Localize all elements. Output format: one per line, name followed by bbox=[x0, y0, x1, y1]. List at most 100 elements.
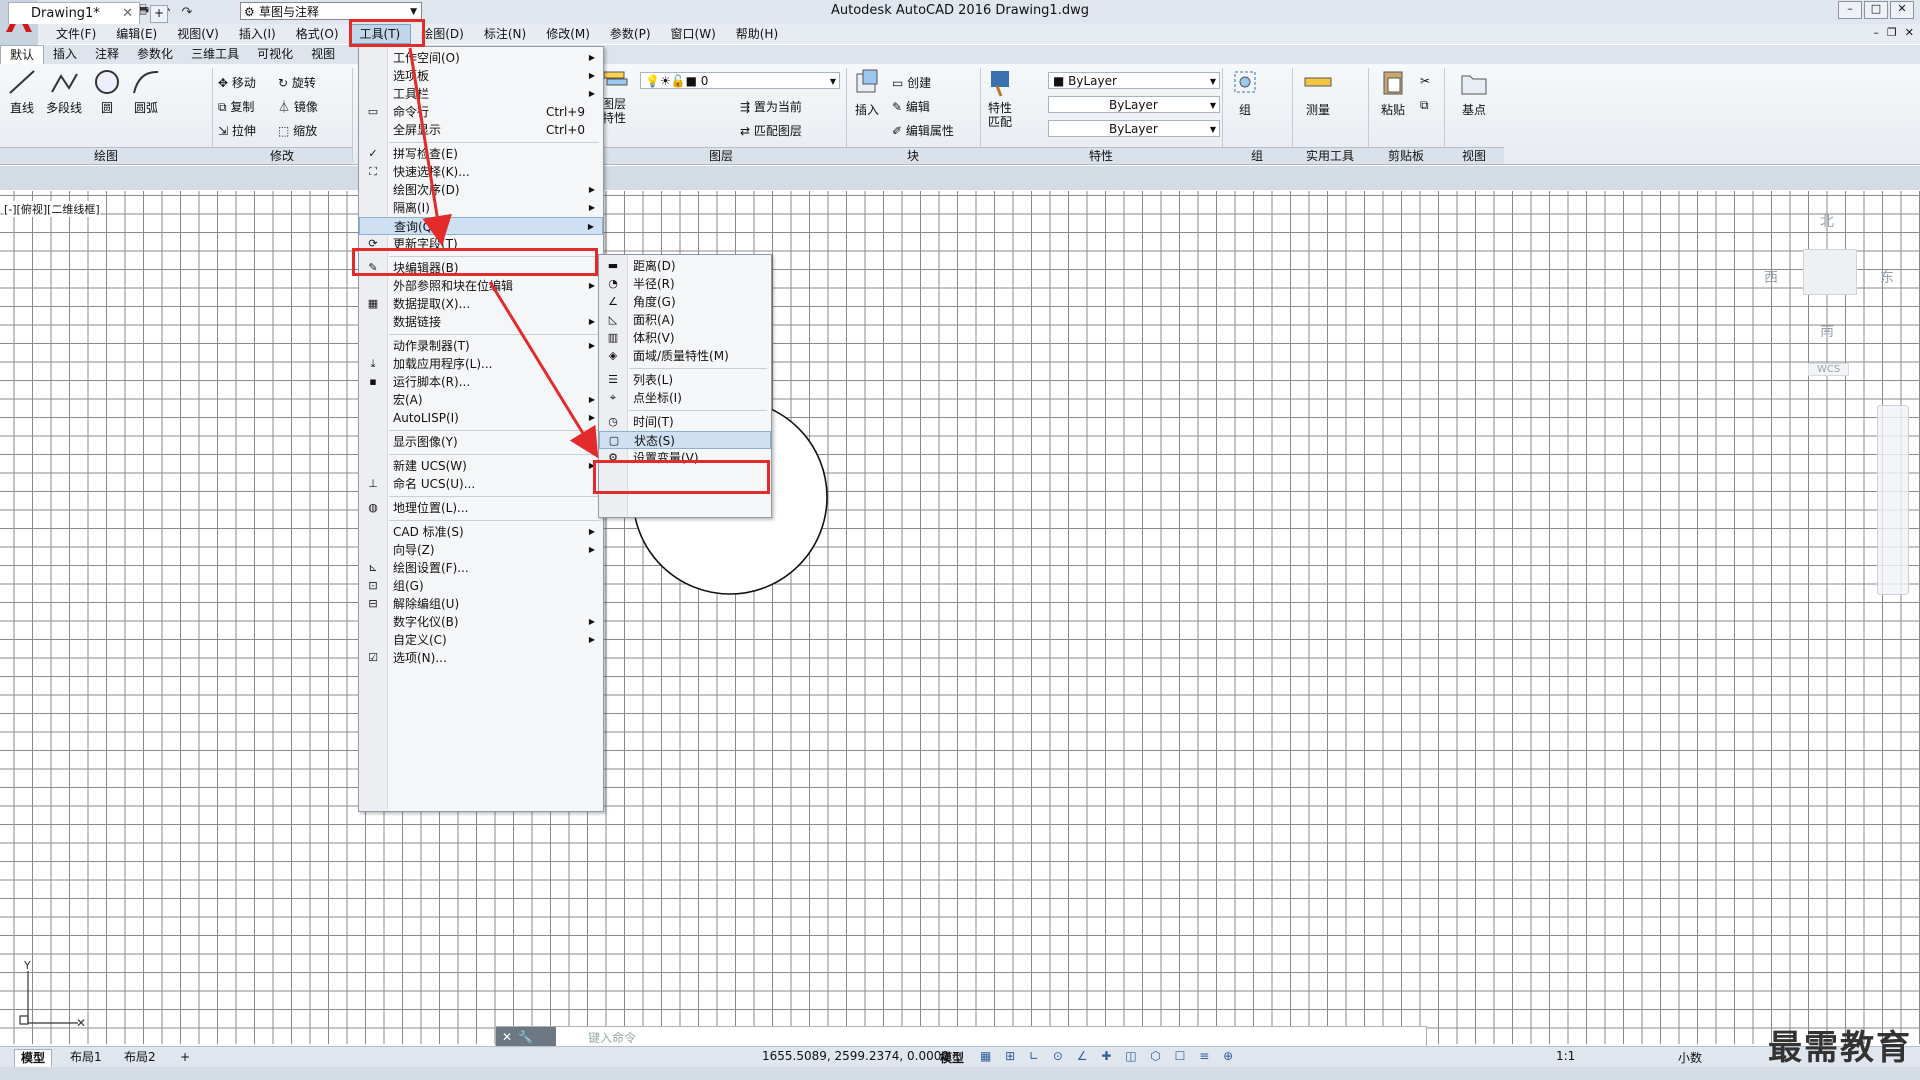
menu-item[interactable]: ⤓ 加载应用程序(L)... bbox=[359, 355, 603, 373]
menu-item[interactable]: ▥ 体积(V) bbox=[599, 329, 771, 347]
wrench-icon[interactable]: 🔧 bbox=[518, 1030, 533, 1044]
circle-tool[interactable]: 圆 bbox=[90, 68, 124, 116]
color-dropdown[interactable]: ■ ByLayer ▼ bbox=[1048, 72, 1220, 89]
lineweight-dropdown[interactable]: ByLayer ▼ bbox=[1048, 120, 1220, 137]
close-icon[interactable]: ✕ bbox=[122, 3, 133, 25]
menu-item[interactable]: 工具栏 ▶ bbox=[359, 85, 603, 103]
menu-item[interactable]: ⊥ 命名 UCS(U)... bbox=[359, 475, 603, 493]
menu-item[interactable]: AutoLISP(I) ▶ bbox=[359, 409, 603, 427]
tab-drawing1[interactable]: Drawing1* ✕ bbox=[8, 2, 140, 24]
menu-item[interactable]: ◔ 半径(R) bbox=[599, 275, 771, 293]
tab-model[interactable]: 模型 bbox=[14, 1049, 53, 1068]
wcs-menu[interactable]: WCS bbox=[1808, 363, 1850, 376]
new-tab-button[interactable]: + bbox=[150, 5, 168, 23]
close-icon[interactable]: ✕ bbox=[502, 1030, 512, 1044]
menu-item[interactable]: ⚙ 设置变量(V) bbox=[599, 449, 771, 467]
menu-item[interactable]: 查询(Q) ▶ bbox=[359, 217, 603, 235]
doc-restore-icon[interactable]: ❐ bbox=[1887, 26, 1897, 39]
status-toggle-icons[interactable]: ▦ ⊞ ∟ ⊙ ∠ ✚ ◫ ⬡ ☐ ≡ ⊕ bbox=[980, 1049, 1238, 1063]
scale-tool[interactable]: ⬚ 缩放 bbox=[278, 122, 317, 139]
menu-item[interactable]: 自定义(C) ▶ bbox=[359, 631, 603, 649]
menu-item[interactable]: ∠ 角度(G) bbox=[599, 293, 771, 311]
ribbon-tab-2[interactable]: 注释 bbox=[86, 45, 128, 64]
menu-item[interactable]: ◈ 面域/质量特性(M) bbox=[599, 347, 771, 365]
create-block-tool[interactable]: ▭ 创建 bbox=[892, 74, 931, 91]
group-tool[interactable]: 组 bbox=[1228, 68, 1262, 118]
workspace-dropdown[interactable]: ⚙ 草图与注释 ▼ bbox=[240, 2, 422, 20]
edit-attribute-tool[interactable]: ✐ 编辑属性 bbox=[892, 122, 954, 139]
menu-7[interactable]: 标注(N) bbox=[474, 24, 536, 44]
minimize-button[interactable]: – bbox=[1838, 1, 1862, 19]
menu-3[interactable]: 插入(I) bbox=[229, 24, 286, 44]
units-dropdown[interactable]: 小数 bbox=[1678, 1049, 1702, 1066]
menu-item[interactable]: ◺ 面积(A) bbox=[599, 311, 771, 329]
menu-6[interactable]: 绘图(D) bbox=[411, 24, 474, 44]
line-tool[interactable]: 直线 bbox=[4, 68, 40, 116]
measure-tool[interactable]: 测量 bbox=[1298, 68, 1338, 118]
viewcube-north[interactable]: 北 bbox=[1820, 211, 1834, 231]
menu-item[interactable]: 选项板 ▶ bbox=[359, 67, 603, 85]
doc-minimize-icon[interactable]: – bbox=[1873, 26, 1879, 39]
edit-block-tool[interactable]: ✎ 编辑 bbox=[892, 98, 930, 115]
ribbon-tab-3[interactable]: 参数化 bbox=[128, 45, 182, 64]
menu-2[interactable]: 视图(V) bbox=[167, 24, 229, 44]
copy-clip-icon[interactable]: ⧉ bbox=[1420, 98, 1429, 113]
menu-item[interactable]: 外部参照和块在位编辑 ▶ bbox=[359, 277, 603, 295]
groups-panel-label[interactable]: 组 bbox=[1222, 147, 1292, 164]
menu-item[interactable]: 显示图像(Y) ▶ bbox=[359, 433, 603, 451]
rotate-tool[interactable]: ↻ 旋转 bbox=[278, 74, 316, 91]
menu-item[interactable]: 数据链接 ▶ bbox=[359, 313, 603, 331]
menu-item[interactable]: 全屏显示 Ctrl+0 bbox=[359, 121, 603, 139]
ribbon-tab-1[interactable]: 插入 bbox=[44, 45, 86, 64]
doc-close-icon[interactable]: ✕ bbox=[1905, 26, 1914, 39]
viewcube-south[interactable]: 南 bbox=[1820, 321, 1834, 341]
menu-item[interactable]: ☰ 列表(L) bbox=[599, 371, 771, 389]
view-panel-label[interactable]: 视图 bbox=[1444, 147, 1504, 164]
menu-item[interactable]: ▪ 运行脚本(R)... bbox=[359, 373, 603, 391]
menu-item[interactable]: ⌖ 点坐标(I) bbox=[599, 389, 771, 407]
menu-item[interactable]: 工作空间(O) ▶ bbox=[359, 49, 603, 67]
utilities-panel-label[interactable]: 实用工具 bbox=[1292, 147, 1368, 164]
copy-tool[interactable]: ⧉ 复制 bbox=[218, 98, 254, 115]
menu-item[interactable]: CAD 标准(S) ▶ bbox=[359, 523, 603, 541]
menu-item[interactable]: ✓ 拼写检查(E) bbox=[359, 145, 603, 163]
menu-item[interactable]: ✎ 块编辑器(B) bbox=[359, 259, 603, 277]
match-layer-tool[interactable]: ⇄ 匹配图层 bbox=[740, 122, 802, 139]
block-panel-label[interactable]: 块 bbox=[846, 147, 980, 164]
modify-panel-label[interactable]: 修改 bbox=[212, 147, 352, 164]
menu-item[interactable]: 数字化仪(B) ▶ bbox=[359, 613, 603, 631]
menu-0[interactable]: 文件(F) bbox=[46, 24, 106, 44]
paste-tool[interactable]: 粘贴 bbox=[1374, 68, 1412, 118]
model-space-toggle[interactable]: 模型 bbox=[940, 1049, 964, 1066]
menu-item[interactable]: ⊡ 组(G) bbox=[359, 577, 603, 595]
base-view-tool[interactable]: 基点 bbox=[1454, 68, 1494, 118]
menu-item[interactable]: ▦ 数据提取(X)... bbox=[359, 295, 603, 313]
insert-block-tool[interactable]: 插入 bbox=[850, 68, 884, 118]
menu-item[interactable]: 绘图次序(D) ▶ bbox=[359, 181, 603, 199]
polyline-tool[interactable]: 多段线 bbox=[42, 68, 86, 116]
annotation-scale[interactable]: 1:1 bbox=[1556, 1049, 1575, 1063]
menu-item[interactable]: ▭ 命令行 Ctrl+9 bbox=[359, 103, 603, 121]
viewcube-east[interactable]: 东 bbox=[1880, 267, 1894, 287]
draw-panel-label[interactable]: 绘图 bbox=[0, 147, 212, 164]
menu-8[interactable]: 修改(M) bbox=[536, 24, 600, 44]
menu-item[interactable]: ⊾ 绘图设置(F)... bbox=[359, 559, 603, 577]
menu-item[interactable]: 向导(Z) ▶ bbox=[359, 541, 603, 559]
viewcube[interactable] bbox=[1803, 249, 1857, 295]
arc-tool[interactable]: 圆弧 bbox=[128, 68, 164, 116]
maximize-button[interactable]: □ bbox=[1864, 1, 1888, 19]
menu-4[interactable]: 格式(O) bbox=[286, 24, 349, 44]
redo-icon[interactable]: ↷ bbox=[178, 3, 196, 21]
menu-item[interactable]: ⟳ 更新字段(T) bbox=[359, 235, 603, 253]
tab-layout1[interactable]: 布局1 bbox=[64, 1049, 108, 1066]
mirror-tool[interactable]: ⏃ 镜像 bbox=[278, 98, 318, 115]
ribbon-tab-4[interactable]: 三维工具 bbox=[182, 45, 248, 64]
menu-11[interactable]: 帮助(H) bbox=[726, 24, 788, 44]
command-input[interactable]: 键入命令 bbox=[588, 1029, 636, 1046]
menu-item[interactable]: ⊟ 解除编组(U) bbox=[359, 595, 603, 613]
close-button[interactable]: ✕ bbox=[1890, 1, 1914, 19]
menu-5[interactable]: 工具(T) bbox=[348, 24, 412, 44]
layers-panel-label[interactable]: 图层 bbox=[596, 147, 846, 164]
navigation-bar[interactable] bbox=[1877, 405, 1909, 595]
menu-1[interactable]: 编辑(E) bbox=[106, 24, 167, 44]
